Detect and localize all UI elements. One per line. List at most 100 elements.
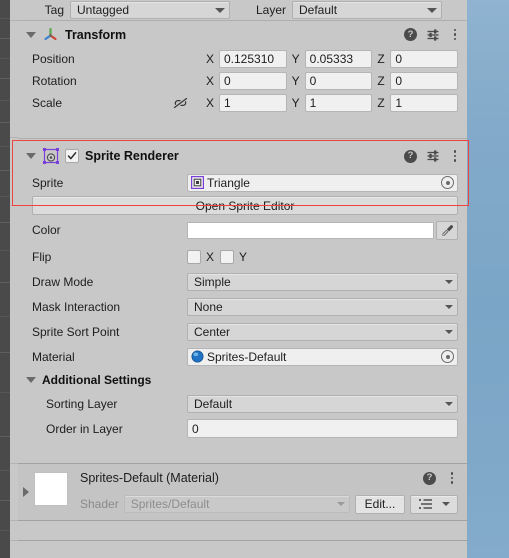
chevron-down-icon (445, 401, 453, 406)
shader-edit-button[interactable]: Edit... (355, 494, 405, 514)
color-swatch-field[interactable] (187, 221, 434, 239)
constrain-proportions-off-icon[interactable] (172, 96, 189, 110)
transform-header-icons: ? (404, 28, 461, 42)
transform-component-header[interactable]: Transform ? (18, 21, 467, 48)
position-x-input[interactable]: 0.125310 (219, 50, 287, 68)
sprite-row: Sprite Triangle (18, 170, 467, 195)
flip-label: Flip (32, 250, 52, 264)
sprite-asset-icon (191, 176, 205, 190)
shader-label: Shader (80, 497, 119, 511)
tag-dropdown[interactable]: Untagged (70, 1, 230, 19)
open-sprite-editor-row: Open Sprite Editor (18, 195, 467, 215)
position-y-axis-label: Y (291, 52, 300, 66)
foldout-expanded-icon[interactable] (26, 31, 36, 38)
order-in-layer-input[interactable]: 0 (187, 419, 458, 438)
sprite-renderer-component-header[interactable]: Sprite Renderer ? (18, 142, 467, 170)
order-in-layer-row: Order in Layer 0 (18, 416, 467, 441)
inspector-left-gutter (10, 0, 18, 558)
layer-label: Layer (255, 3, 286, 17)
object-picker-icon[interactable] (441, 350, 454, 363)
transform-title: Transform (65, 27, 127, 42)
chevron-down-icon (445, 279, 453, 284)
material-row: Material Sprites-Default (18, 344, 467, 369)
sprite-sort-point-dropdown[interactable]: Center (187, 322, 458, 341)
scale-label: Scale (32, 96, 63, 110)
additional-settings-title: Additional Settings (42, 373, 152, 387)
preset-settings-icon[interactable] (426, 149, 440, 163)
open-sprite-editor-button[interactable]: Open Sprite Editor (32, 196, 458, 215)
rotation-z-input[interactable]: 0 (390, 72, 459, 90)
rotation-z-axis-label: Z (377, 74, 385, 88)
mask-interaction-row: Mask Interaction None (18, 294, 467, 319)
rotation-x-input[interactable]: 0 (219, 72, 287, 90)
material-label: Material (32, 349, 75, 364)
kebab-menu-icon[interactable] (449, 28, 461, 42)
sprite-renderer-icon (42, 147, 60, 165)
flip-y-checkbox[interactable] (220, 250, 234, 264)
material-object-field[interactable]: Sprites-Default (187, 347, 458, 366)
flip-y-label: Y (239, 250, 248, 264)
chevron-down-icon (337, 502, 345, 506)
color-row: Color (18, 215, 467, 245)
layer-value: Default (299, 3, 338, 17)
shader-dropdown[interactable]: Sprites/Default (123, 495, 350, 513)
kebab-menu-icon[interactable] (446, 471, 458, 485)
transform-position-row: Position X 0.125310 Y 0.05333 Z 0 (18, 48, 467, 70)
material-asset-block: Sprites-Default (Material) ? Shader Spri… (18, 464, 467, 520)
sprite-renderer-title: Sprite Renderer (85, 149, 179, 163)
position-x-axis-label: X (206, 52, 215, 66)
chevron-down-icon (215, 7, 225, 13)
draw-mode-dropdown[interactable]: Simple (187, 272, 458, 291)
help-icon[interactable]: ? (404, 149, 417, 163)
mask-interaction-value: None (194, 299, 223, 314)
transform-scale-row: Scale X 1 Y 1 Z 1 (18, 92, 467, 114)
foldout-collapsed-icon[interactable] (18, 464, 34, 520)
help-icon[interactable]: ? (423, 471, 436, 485)
help-icon[interactable]: ? (404, 28, 417, 41)
kebab-menu-icon[interactable] (449, 149, 461, 163)
material-asset-title: Sprites-Default (Material) (80, 471, 219, 485)
sprite-sort-point-label: Sprite Sort Point (32, 324, 120, 339)
scale-x-axis-label: X (206, 96, 215, 110)
sprite-sort-point-value: Center (194, 324, 231, 339)
mask-interaction-label: Mask Interaction (32, 299, 121, 314)
rotation-y-input[interactable]: 0 (304, 72, 373, 90)
inspector-panel: Tag Untagged Layer Default Transform ? P… (18, 0, 467, 558)
chevron-down-icon (445, 329, 453, 334)
flip-x-checkbox[interactable] (187, 250, 201, 264)
rotation-x-axis-label: X (206, 74, 215, 88)
position-z-input[interactable]: 0 (390, 50, 459, 68)
mask-interaction-dropdown[interactable]: None (187, 297, 458, 316)
additional-settings-header[interactable]: Additional Settings (18, 369, 467, 391)
position-y-input[interactable]: 0.05333 (304, 50, 373, 68)
foldout-expanded-icon[interactable] (26, 153, 36, 159)
sprite-object-field[interactable]: Triangle (187, 173, 458, 192)
rotation-label: Rotation (32, 74, 77, 88)
scale-y-axis-label: Y (291, 96, 300, 110)
scale-x-input[interactable]: 1 (219, 94, 287, 112)
draw-mode-value: Simple (194, 274, 231, 289)
eyedropper-icon[interactable] (436, 220, 458, 240)
hierarchy-panel-edge (0, 0, 10, 558)
scale-y-input[interactable]: 1 (304, 94, 373, 112)
scale-z-input[interactable]: 1 (390, 94, 459, 112)
flip-x-label: X (206, 250, 215, 264)
color-label: Color (32, 223, 61, 237)
tag-value: Untagged (77, 3, 130, 17)
order-in-layer-label: Order in Layer (46, 421, 123, 436)
material-asset-header-icons: ? (423, 471, 467, 485)
material-preview-swatch (34, 472, 68, 506)
shader-list-icon[interactable] (410, 494, 458, 514)
object-picker-icon[interactable] (441, 176, 454, 189)
scene-view-background (467, 0, 509, 558)
sprite-renderer-enabled-checkbox[interactable] (65, 149, 79, 163)
preset-settings-icon[interactable] (426, 28, 440, 42)
tag-label: Tag (44, 3, 64, 17)
list-lines-icon (418, 499, 432, 509)
sorting-layer-label: Sorting Layer (46, 396, 118, 411)
checkmark-icon (67, 152, 77, 160)
foldout-expanded-icon[interactable] (26, 377, 36, 383)
layer-dropdown[interactable]: Default (292, 1, 442, 19)
sorting-layer-dropdown[interactable]: Default (187, 394, 458, 413)
material-sphere-icon (191, 350, 204, 363)
